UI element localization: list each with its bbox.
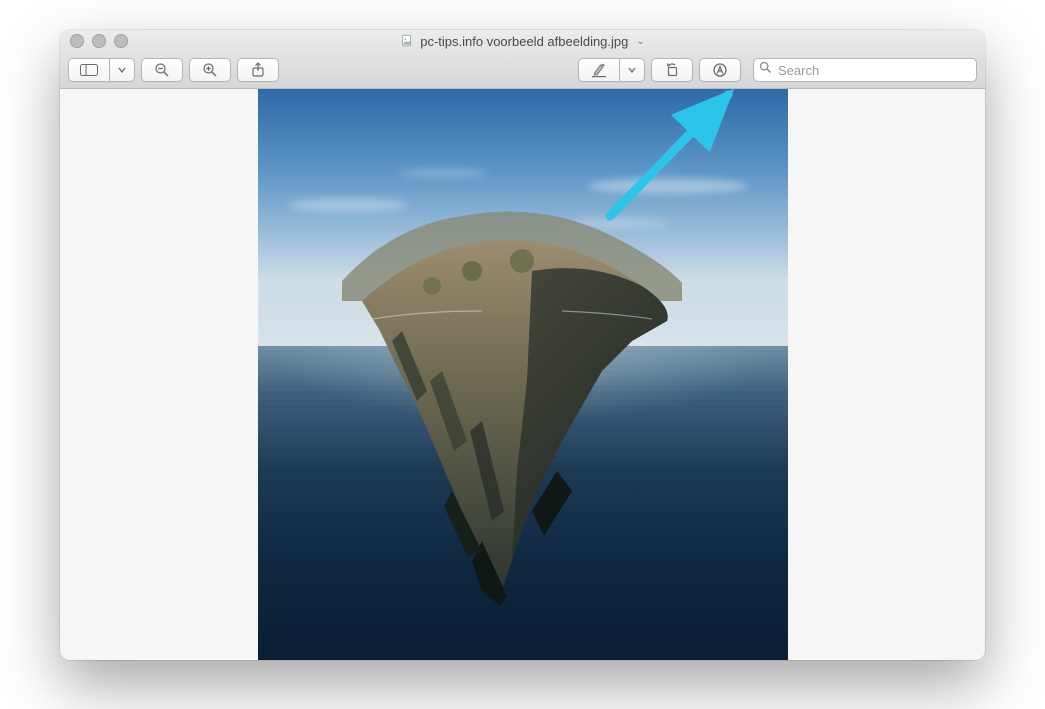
document-icon — [400, 34, 414, 48]
rotate-button[interactable] — [651, 58, 693, 82]
zoom-window-button[interactable] — [114, 34, 128, 48]
markup-button[interactable] — [699, 58, 741, 82]
highlighter-icon — [591, 63, 607, 78]
island-image-content — [332, 191, 692, 611]
zoom-out-icon — [154, 62, 170, 78]
title-dropdown-icon: ⌄ — [636, 36, 644, 47]
window-title-text: pc-tips.info voorbeeld afbeelding.jpg — [420, 34, 628, 49]
traffic-lights — [70, 34, 128, 48]
close-window-button[interactable] — [70, 34, 84, 48]
sidebar-toggle-button[interactable] — [68, 58, 109, 82]
highlight-button[interactable] — [578, 58, 619, 82]
preview-window: pc-tips.info voorbeeld afbeelding.jpg ⌄ — [60, 30, 985, 660]
minimize-window-button[interactable] — [92, 34, 106, 48]
rotate-left-icon — [664, 62, 680, 78]
share-button[interactable] — [237, 58, 279, 82]
toolbar — [60, 52, 985, 89]
markup-icon — [712, 62, 728, 78]
image-canvas[interactable] — [258, 89, 788, 660]
zoom-out-button[interactable] — [141, 58, 183, 82]
zoom-in-button[interactable] — [189, 58, 231, 82]
titlebar: pc-tips.info voorbeeld afbeelding.jpg ⌄ — [60, 30, 985, 52]
sidebar-icon — [80, 64, 98, 76]
window-title[interactable]: pc-tips.info voorbeeld afbeelding.jpg ⌄ — [60, 34, 985, 49]
highlight-dropdown-button[interactable] — [619, 58, 645, 82]
highlight-segment — [578, 58, 645, 82]
search-input[interactable] — [753, 58, 977, 82]
chevron-down-icon — [118, 66, 126, 74]
zoom-in-icon — [202, 62, 218, 78]
content-area — [60, 89, 985, 660]
chevron-down-icon — [628, 66, 636, 74]
share-icon — [251, 62, 265, 78]
sidebar-toggle-segment — [68, 58, 135, 82]
sidebar-dropdown-button[interactable] — [109, 58, 135, 82]
search-field-container — [753, 58, 977, 82]
search-icon — [759, 61, 772, 79]
